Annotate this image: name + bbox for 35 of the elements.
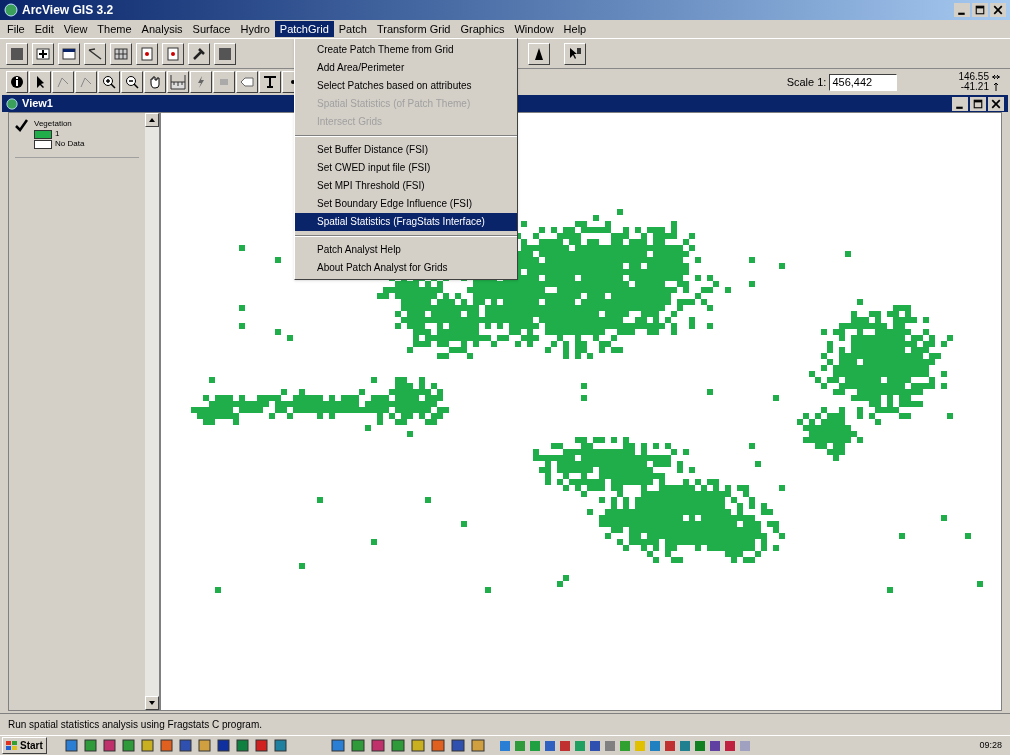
start-button[interactable]: Start (2, 737, 47, 754)
menu-item[interactable]: PatchGrid (274, 21, 334, 37)
menu-option[interactable]: Patch Analyst Help (295, 241, 517, 259)
clock: 09:28 (979, 738, 1002, 752)
legend-label: 1 (55, 129, 60, 139)
menu-item[interactable]: Edit (29, 21, 59, 37)
menu-item[interactable]: View (58, 21, 93, 37)
theme-name: Vegetation (34, 119, 73, 129)
menu-option[interactable]: Set MPI Threshold (FSI) (295, 177, 517, 195)
menu-item[interactable]: Theme (92, 21, 137, 37)
menu-item[interactable]: Transform Grid (371, 21, 456, 37)
view-title: View1 (22, 96, 53, 112)
menu-option[interactable]: Select Patches based on attributes (295, 77, 517, 95)
menu-item[interactable]: Graphics (455, 21, 510, 37)
menu-option[interactable]: Set Boundary Edge Influence (FSI) (295, 195, 517, 213)
menu-item[interactable]: Analysis (136, 21, 188, 37)
scale-field[interactable]: 456,442 (829, 73, 898, 91)
menu-item[interactable]: Patch (333, 21, 372, 37)
menu-item[interactable]: Hydro (235, 21, 275, 37)
window-title: ArcView GIS 3.2 (22, 2, 114, 19)
menu-option[interactable]: About Patch Analyst for Grids (295, 259, 517, 277)
status-message: Run spatial statistics analysis using Fragstats C program. (8, 718, 262, 732)
menu-item[interactable]: Surface (187, 21, 236, 37)
scale-label: Scale 1: (786, 74, 827, 90)
menu-option[interactable]: Set Buffer Distance (FSI) (295, 141, 517, 159)
legend-label: No Data (55, 139, 85, 149)
menu-option[interactable]: Spatial Statistics (FragStats Interface) (295, 213, 517, 231)
coordinate-readout: -41.21 (960, 82, 989, 92)
menu-option[interactable]: Create Patch Theme from Grid (295, 41, 517, 59)
menu-item[interactable]: File (2, 21, 30, 37)
menu-item[interactable]: Help (558, 21, 592, 37)
coordinate-readout: 146.55 (958, 72, 989, 82)
menu-option[interactable]: Set CWED input file (FSI) (295, 159, 517, 177)
menu-item[interactable]: Window (509, 21, 559, 37)
menu-option[interactable]: Add Area/Perimeter (295, 59, 517, 77)
